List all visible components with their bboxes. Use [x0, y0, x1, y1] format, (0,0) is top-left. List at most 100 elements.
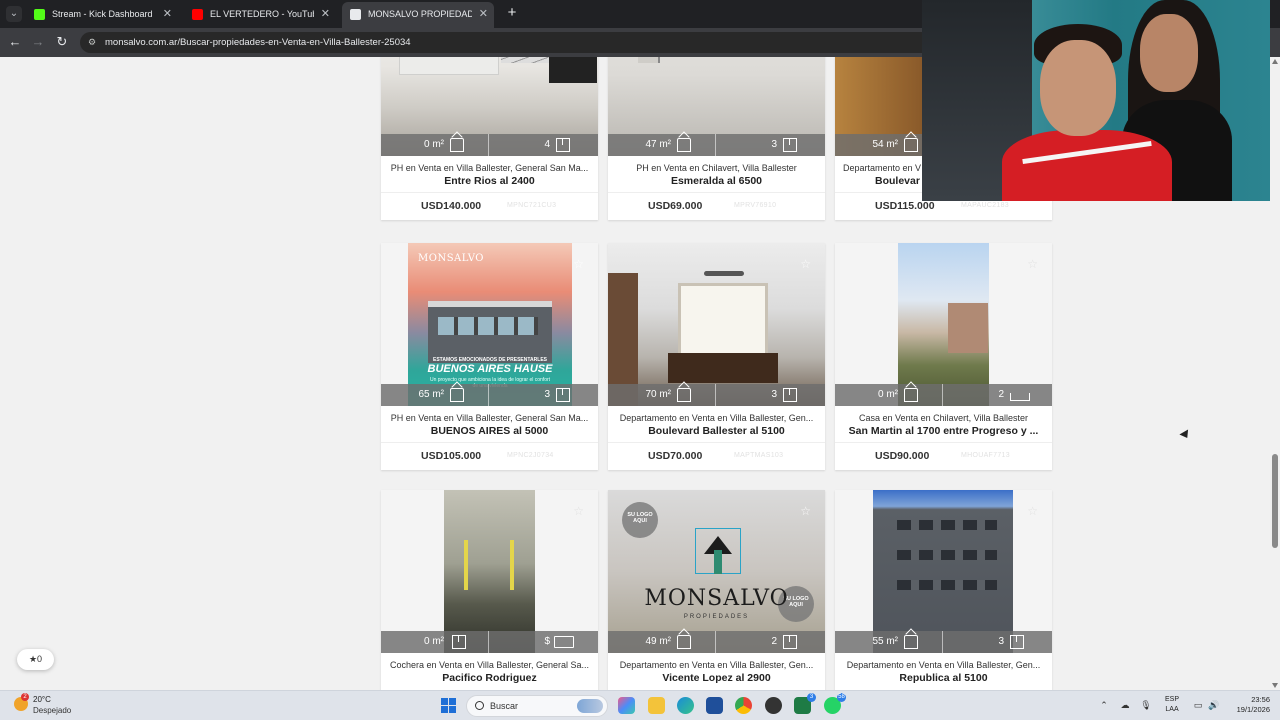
- property-photo[interactable]: MONSALVO ESTAMOS EMOCIONADOS DE PRESENTA…: [381, 243, 598, 406]
- property-address[interactable]: San Martin al 1700 entre Progreso y ...: [843, 425, 1044, 437]
- whatsapp-icon[interactable]: 58: [824, 693, 846, 714]
- excel-icon[interactable]: 3: [794, 693, 816, 714]
- area-value: 0 m²: [424, 139, 444, 150]
- tab-youtube[interactable]: EL VERTEDERO - YouTube ✕: [184, 3, 336, 25]
- tab-search-button[interactable]: ⌄: [6, 6, 22, 22]
- taskbar-search[interactable]: Buscar: [466, 695, 608, 717]
- property-card[interactable]: SU LOGO AQUI SU LOGO AQUI MONSALVO PROPI…: [608, 490, 825, 690]
- property-card[interactable]: ☆ 70 m² 3 Departamento en Venta en Villa…: [608, 243, 825, 470]
- property-stats: 49 m² 2: [608, 631, 825, 653]
- property-type: Departamento en Venta en Villa Ballester…: [619, 413, 814, 423]
- volume-icon[interactable]: 🔊: [1208, 699, 1220, 711]
- chrome-icon[interactable]: [735, 697, 752, 714]
- divider: [381, 192, 598, 193]
- property-card[interactable]: 0 m² 4 PH en Venta en Villa Ballester, G…: [381, 57, 598, 220]
- scroll-up-arrow-icon[interactable]: [1272, 59, 1278, 64]
- rooms-value: 3: [544, 389, 550, 400]
- tab-title: EL VERTEDERO - YouTube: [210, 9, 314, 19]
- property-address[interactable]: Pacifico Rodriguez: [389, 672, 590, 684]
- property-price: USD90.000: [875, 450, 930, 462]
- property-photo[interactable]: ☆: [381, 490, 598, 653]
- copilot-icon[interactable]: [618, 697, 635, 714]
- house-icon: [677, 635, 691, 649]
- scrollbar-thumb[interactable]: [1272, 454, 1278, 548]
- network-icon[interactable]: ▭: [1192, 699, 1204, 711]
- floorplan-icon: [1010, 635, 1024, 649]
- rooms-value: 4: [544, 139, 550, 150]
- area-value: 0 m²: [878, 389, 898, 400]
- microphone-icon[interactable]: 🎙: [1140, 699, 1152, 711]
- cloud-icon[interactable]: ☁: [1119, 699, 1131, 711]
- divider: [608, 442, 825, 443]
- favorite-star-icon[interactable]: ☆: [573, 257, 584, 271]
- property-photo[interactable]: ☆: [835, 243, 1052, 406]
- address-bar[interactable]: ⚙ monsalvo.com.ar/Buscar-propiedades-en-…: [80, 32, 980, 53]
- property-card[interactable]: ☆ 55 m² 3 Departamento en Venta en Villa…: [835, 490, 1052, 690]
- property-address[interactable]: BUENOS AIRES al 5000: [389, 425, 590, 437]
- area-value: 54 m²: [872, 139, 898, 150]
- house-icon: [677, 388, 691, 402]
- obs-icon[interactable]: [765, 697, 782, 714]
- area-value: 70 m²: [645, 389, 671, 400]
- scroll-down-arrow-icon[interactable]: [1272, 683, 1278, 688]
- tab-monsalvo[interactable]: MONSALVO PROPIEDADES - R ✕: [342, 2, 494, 28]
- search-icon: [475, 701, 484, 710]
- forward-arrow-icon[interactable]: →: [30, 34, 46, 50]
- reload-icon[interactable]: ↻: [54, 34, 70, 50]
- property-photo[interactable]: ☆: [835, 490, 1052, 653]
- store-icon[interactable]: [706, 697, 723, 714]
- bed-icon: [1010, 393, 1030, 401]
- favorite-star-icon[interactable]: ☆: [1027, 504, 1038, 518]
- building-image: [873, 490, 1013, 653]
- clock-time: 23:56: [1251, 695, 1270, 704]
- property-type: PH en Venta en Chilavert, Villa Balleste…: [636, 163, 797, 173]
- favorite-star-icon[interactable]: ☆: [1027, 257, 1038, 271]
- chevron-up-icon[interactable]: ⌃: [1098, 699, 1110, 711]
- rooms-value: 2: [771, 636, 777, 647]
- property-photo[interactable]: SU LOGO AQUI SU LOGO AQUI MONSALVO PROPI…: [608, 490, 825, 653]
- money-icon: [554, 636, 574, 648]
- weather-desc: Despejado: [33, 706, 72, 715]
- new-tab-button[interactable]: +: [504, 4, 520, 22]
- poster-logo: MONSALVO: [418, 253, 484, 264]
- property-address[interactable]: Boulevard Ballester al 5100: [616, 425, 817, 437]
- tab-kick-dashboard[interactable]: Stream - Kick Dashboard ✕: [26, 3, 178, 25]
- property-price: USD140.000: [421, 200, 482, 212]
- close-icon[interactable]: ✕: [321, 3, 330, 25]
- property-card[interactable]: MONSALVO ESTAMOS EMOCIONADOS DE PRESENTA…: [381, 243, 598, 470]
- notification-badge: 58: [837, 693, 846, 702]
- divider: [835, 442, 1052, 443]
- property-type: Cochera en Venta en Villa Ballester, Gen…: [390, 660, 589, 670]
- favorite-star-icon[interactable]: ☆: [573, 504, 584, 518]
- house-icon: [904, 138, 918, 152]
- property-address[interactable]: Entre Rios al 2400: [389, 175, 590, 187]
- input-language[interactable]: ESP LAA: [1165, 695, 1179, 715]
- property-photo[interactable]: ☆: [608, 243, 825, 406]
- property-type: PH en Venta en Villa Ballester, General …: [390, 163, 589, 173]
- property-address[interactable]: Vicente Lopez al 2900: [616, 672, 817, 684]
- edge-icon[interactable]: [677, 697, 694, 714]
- file-explorer-icon[interactable]: [648, 697, 665, 714]
- back-arrow-icon[interactable]: ←: [7, 34, 23, 50]
- property-type: Departamento en Venta en Villa Ballester…: [846, 660, 1041, 670]
- windows-start-icon[interactable]: [441, 698, 456, 713]
- property-card[interactable]: ☆ 0 m² $ Cochera en Venta en Villa Balle…: [381, 490, 598, 690]
- notification-badge: 3: [807, 693, 816, 702]
- weather-temp: 20°C: [33, 695, 51, 704]
- favorites-counter-button[interactable]: ★0: [17, 649, 54, 670]
- floorplan-icon: [783, 138, 797, 152]
- property-card[interactable]: ☆ 0 m² 2 Casa en Venta en Chilavert, Vil…: [835, 243, 1052, 470]
- close-icon[interactable]: ✕: [163, 3, 172, 25]
- area-value: 49 m²: [645, 636, 671, 647]
- site-info-icon[interactable]: ⚙: [88, 36, 100, 48]
- favorite-star-icon[interactable]: ☆: [800, 257, 811, 271]
- house-icon: [904, 635, 918, 649]
- property-card[interactable]: 47 m² 3 PH en Venta en Chilavert, Villa …: [608, 57, 825, 220]
- property-address[interactable]: Republica al 5100: [843, 672, 1044, 684]
- system-clock[interactable]: 23:56 19/1/2026: [1228, 695, 1270, 715]
- close-icon[interactable]: ✕: [479, 2, 488, 26]
- property-price: USD69.000: [648, 200, 703, 212]
- page-scrollbar[interactable]: [1270, 57, 1280, 690]
- property-address[interactable]: Esmeralda al 6500: [616, 175, 817, 187]
- favorite-star-icon[interactable]: ☆: [800, 504, 811, 518]
